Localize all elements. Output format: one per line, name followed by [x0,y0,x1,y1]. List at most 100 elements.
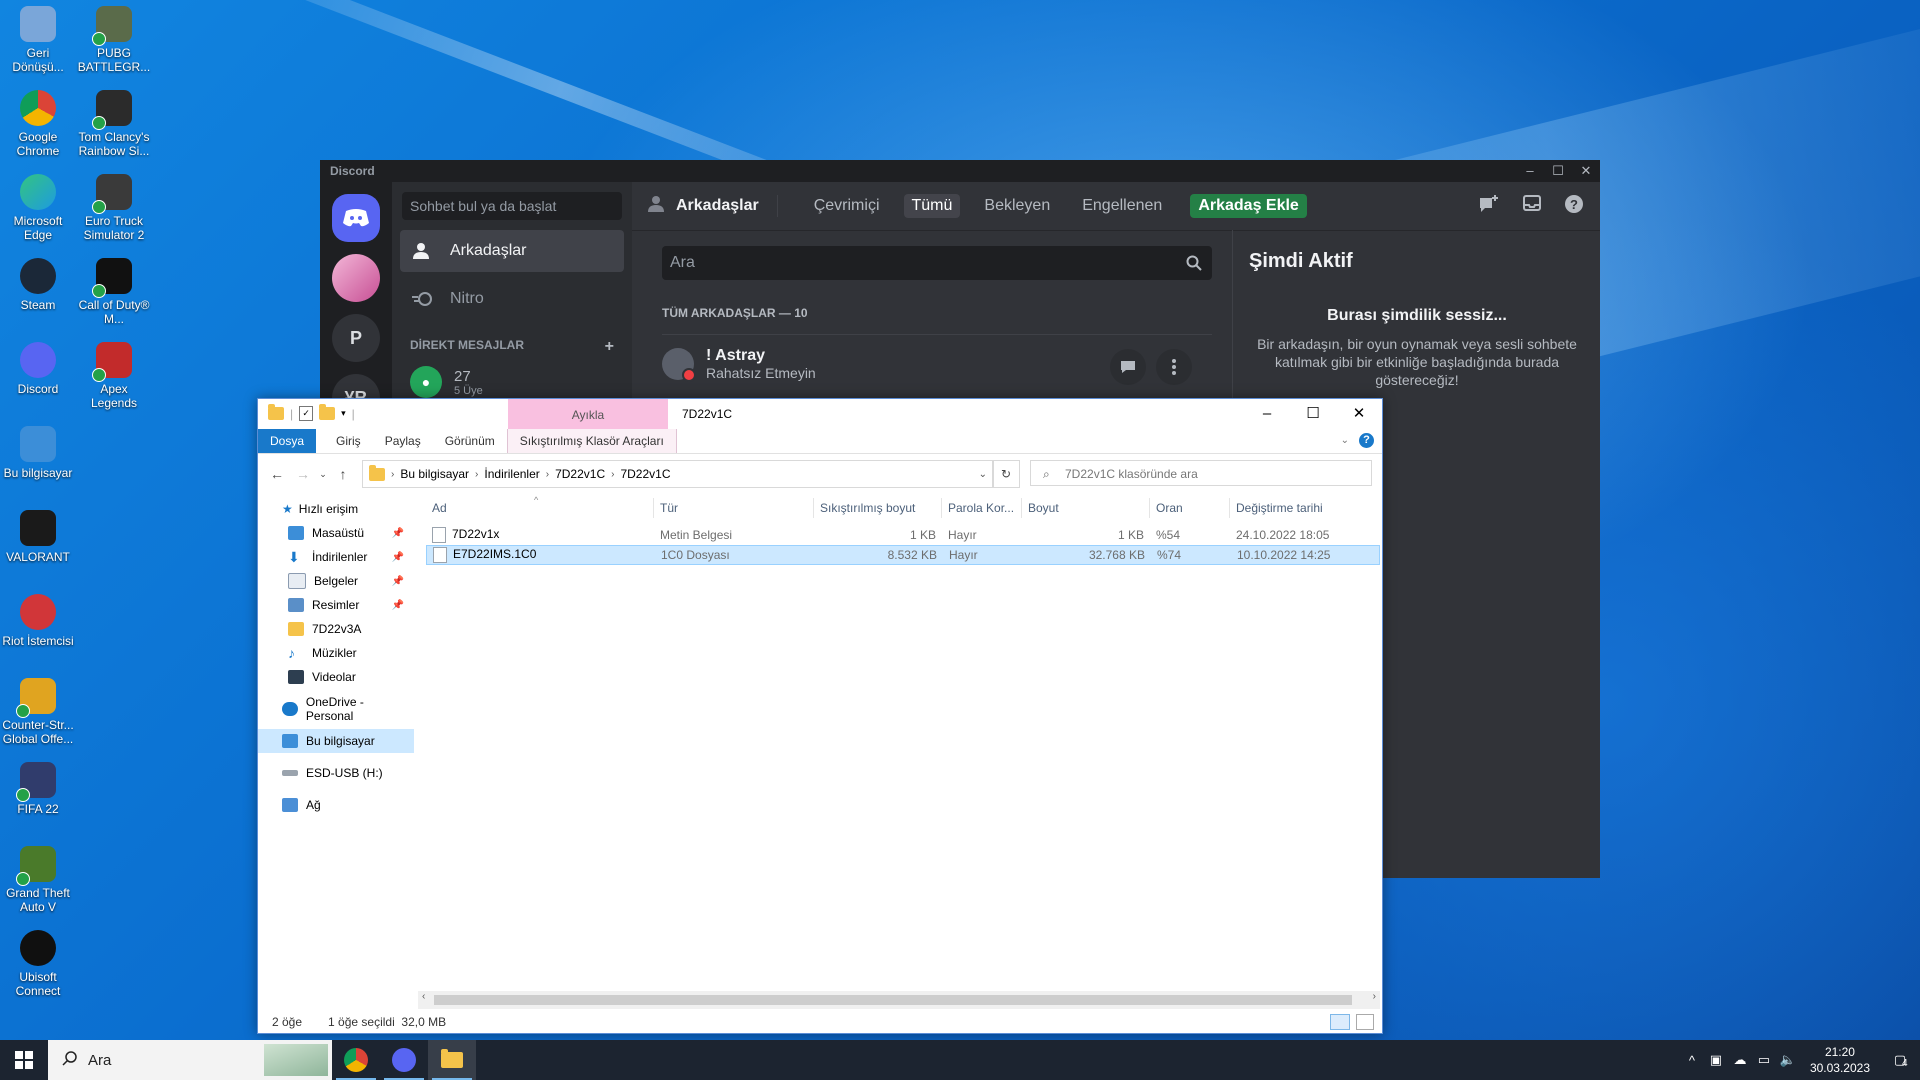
nav-this-pc[interactable]: Bu bilgisayar [258,729,414,753]
friend-row[interactable]: ! Astray Rahatsız Etmeyin [662,334,1212,385]
discord-home-button[interactable] [332,194,380,242]
desktop-icon-rainbow-six[interactable]: Tom Clancy's Rainbow Si... [76,90,152,158]
sidebar-item-friends[interactable]: Arkadaşlar [400,230,624,272]
column-date[interactable]: Değiştirme tarihi [1230,498,1378,518]
show-hidden-icons[interactable]: ^ [1680,1053,1704,1068]
new-folder-icon[interactable] [319,404,336,420]
desktop-icon-this-pc[interactable]: Bu bilgisayar [0,426,76,480]
table-row-selected[interactable]: E7D22IMS.1C0 1C0 Dosyası 8.532 KB Hayır … [426,545,1380,565]
dm-item-group[interactable]: ● 27 5 Üye [392,356,632,398]
tray-app-icon[interactable]: ▣ [1704,1052,1728,1068]
nav-quick-access[interactable]: ★ Hızlı erişim [258,497,414,521]
desktop-icon-csgo[interactable]: Counter-Str... Global Offe... [0,678,76,746]
maximize-button[interactable]: ☐ [1544,160,1572,182]
breadcrumb-downloads[interactable]: İndirilenler [478,467,545,481]
column-password[interactable]: Parola Kor... [942,498,1022,518]
minimize-button[interactable]: – [1244,399,1290,429]
forward-icon[interactable]: → [290,466,316,482]
close-button[interactable]: ✕ [1572,160,1600,182]
start-button[interactable] [0,1040,48,1080]
nav-music[interactable]: ♪ Müzikler [258,641,414,665]
taskbar-discord[interactable] [380,1040,428,1080]
notification-center-icon[interactable]: ▢ 4 [1880,1052,1920,1069]
up-icon[interactable]: ↑ [330,466,356,482]
tab-pending[interactable]: Bekleyen [976,194,1058,218]
desktop-icon-gta[interactable]: Grand Theft Auto V [0,846,76,914]
nav-folder-7d22v3a[interactable]: 7D22v3A [258,617,414,641]
column-size[interactable]: Boyut [1022,498,1150,518]
desktop-icon-chrome[interactable]: Google Chrome [0,90,76,158]
tab-online[interactable]: Çevrimiçi [806,194,888,218]
nav-network[interactable]: Ağ [258,793,414,817]
help-icon[interactable]: ? [1564,194,1584,219]
taskbar-file-explorer[interactable] [428,1040,476,1080]
nav-videos[interactable]: Videolar [258,665,414,689]
desktop-icon-steam[interactable]: Steam [0,258,76,312]
tab-compressed-folder-tools[interactable]: Sıkıştırılmış Klasör Araçları [506,429,677,453]
context-tab-extract[interactable]: Ayıkla [508,399,668,429]
nav-downloads[interactable]: ⬇ İndirilenler 📌 [258,545,414,569]
column-name[interactable]: Ad ^ [426,495,654,518]
desktop-icon-riot-client[interactable]: Riot İstemcisi [0,594,76,648]
tab-blocked[interactable]: Engellenen [1074,194,1170,218]
large-icons-view-icon[interactable] [1356,1014,1374,1030]
taskbar-search-box[interactable]: Ara [48,1040,332,1080]
desktop-icon-edge[interactable]: Microsoft Edge [0,174,76,242]
server-p[interactable]: P [332,314,380,362]
sidebar-item-nitro[interactable]: Nitro [400,278,624,320]
column-packed-size[interactable]: Sıkıştırılmış boyut [814,498,942,518]
desktop-icon-call-of-duty[interactable]: Call of Duty® M... [76,258,152,326]
more-options-button[interactable] [1156,349,1192,385]
breadcrumb-this-pc[interactable]: Bu bilgisayar [394,467,475,481]
help-icon[interactable]: ? [1359,433,1374,448]
refresh-button[interactable]: ↻ [992,460,1020,488]
volume-icon[interactable]: 🔈 [1776,1052,1800,1068]
back-icon[interactable]: ← [264,466,290,482]
desktop-icon-recycle-bin[interactable]: Geri Dönüşü... [0,6,76,74]
conversation-search-input[interactable]: Sohbet bul ya da başlat [402,192,622,220]
scroll-right-icon[interactable]: › [1373,991,1376,1002]
properties-icon[interactable]: ✓ [299,406,314,421]
nav-pictures[interactable]: Resimler 📌 [258,593,414,617]
taskbar-chrome[interactable] [332,1040,380,1080]
desktop-icon-apex[interactable]: Apex Legends [76,342,152,410]
close-button[interactable]: ✕ [1336,399,1382,429]
inbox-icon[interactable] [1522,194,1542,219]
tab-share[interactable]: Paylaş [373,429,433,453]
tab-home[interactable]: Giriş [324,429,373,453]
desktop-icon-ubisoft[interactable]: Ubisoft Connect [0,930,76,998]
message-button[interactable] [1110,349,1146,385]
tab-view[interactable]: Görünüm [433,429,507,453]
nav-usb-drive[interactable]: ESD-USB (H:) [258,761,414,785]
expand-ribbon-icon[interactable]: ⌄ [1341,435,1349,446]
maximize-button[interactable]: ☐ [1290,399,1336,429]
search-input[interactable]: ⌕ 7D22v1C klasöründe ara [1030,460,1372,486]
clock[interactable]: 21:20 30.03.2023 [1810,1044,1870,1076]
scrollbar-thumb[interactable] [434,995,1352,1005]
address-dropdown-icon[interactable]: ⌄ [979,469,987,480]
new-group-dm-icon[interactable] [1478,194,1500,219]
tab-all[interactable]: Tümü [903,194,961,218]
onedrive-icon[interactable]: ☁ [1728,1052,1752,1068]
friend-search-input[interactable]: Ara [662,246,1212,280]
breadcrumb-current[interactable]: 7D22v1C [614,467,676,481]
recent-locations-icon[interactable]: ⌄ [316,469,330,480]
table-row[interactable]: 7D22v1x Metin Belgesi 1 KB Hayır 1 KB %5… [426,525,1380,545]
column-type[interactable]: Tür [654,498,814,518]
column-ratio[interactable]: Oran [1150,498,1230,518]
desktop-icon-discord[interactable]: Discord [0,342,76,396]
server-avatar[interactable] [332,254,380,302]
minimize-button[interactable]: – [1516,160,1544,182]
breadcrumb-folder[interactable]: 7D22v1C [549,467,611,481]
customize-qat-icon[interactable]: ▾ [341,408,346,419]
address-bar[interactable]: › Bu bilgisayar › İndirilenler › 7D22v1C… [362,460,994,488]
add-friend-button[interactable]: Arkadaş Ekle [1190,194,1307,218]
desktop-icon-valorant[interactable]: VALORANT [0,510,76,564]
nav-onedrive[interactable]: OneDrive - Personal [258,695,414,723]
tab-file[interactable]: Dosya [258,429,317,453]
scroll-left-icon[interactable]: ‹ [422,991,425,1002]
horizontal-scrollbar[interactable]: ‹ › [418,991,1380,1009]
details-view-icon[interactable] [1330,1014,1350,1030]
create-dm-icon[interactable]: + [605,338,614,356]
network-icon[interactable]: ▭ [1752,1052,1776,1068]
